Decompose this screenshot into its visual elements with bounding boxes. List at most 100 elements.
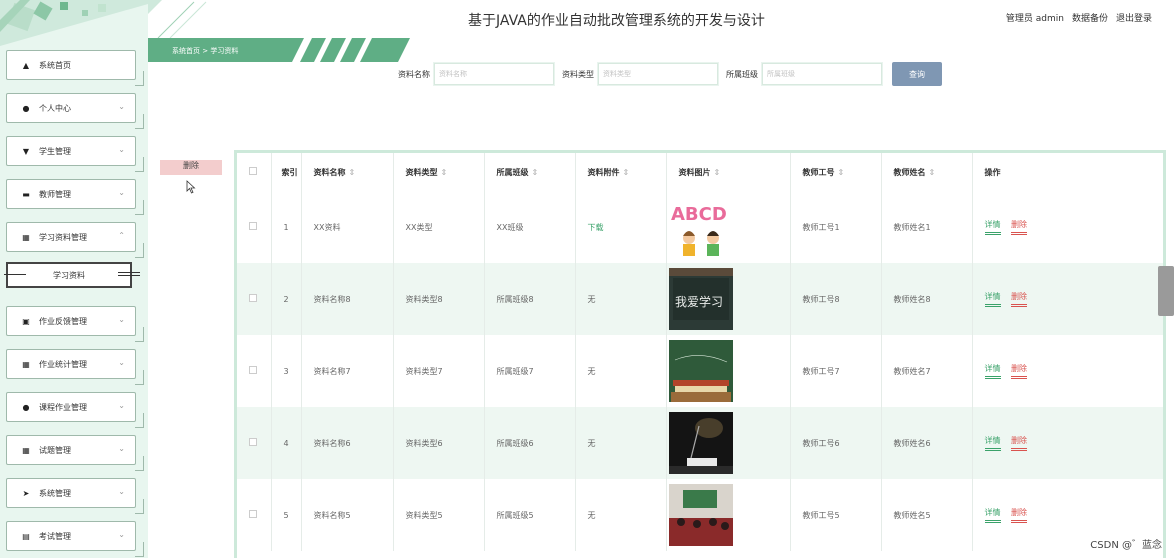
- delete-button[interactable]: 删除: [1011, 219, 1028, 235]
- delete-button[interactable]: 删除: [1011, 363, 1028, 379]
- col-class[interactable]: 所属班级 ⇕: [484, 153, 576, 191]
- row-checkbox[interactable]: [249, 294, 257, 302]
- query-button[interactable]: 查询: [892, 62, 942, 86]
- cell-name: 资料名称8: [301, 263, 394, 335]
- table-row: 1 XX资料 XX类型 XX班级 下载 ABCD 教师工号1 教师姓名1 详情 …: [237, 191, 1163, 263]
- student-icon: ▼: [22, 146, 30, 156]
- admin-user-link[interactable]: 管理员 admin: [1006, 11, 1064, 24]
- user-icon: ●: [22, 103, 30, 113]
- row-checkbox[interactable]: [249, 366, 257, 374]
- chevron-down-icon: ⌄: [118, 102, 125, 111]
- search-input-type[interactable]: [597, 62, 719, 86]
- detail-button[interactable]: 详情: [984, 219, 1001, 235]
- data-backup-link[interactable]: 数据备份: [1072, 11, 1108, 24]
- scrollbar-thumb[interactable]: [1158, 266, 1174, 316]
- col-image[interactable]: 资料图片 ⇕: [666, 153, 791, 191]
- sidebar-item-homework-feedback[interactable]: ▣ 作业反馈管理 ⌄: [6, 306, 144, 342]
- sort-icon[interactable]: ⇕: [838, 168, 845, 177]
- data-table: 索引 资料名称 ⇕ 资料类型 ⇕ 所属班级 ⇕ 资料附件 ⇕ 资料图片 ⇕ 教师工号 ⇕ 教…: [234, 150, 1166, 558]
- table-row: 2 资料名称8 资料类型8 所属班级8 无 我爱学习 教师工号8 教师姓名8 详…: [237, 263, 1163, 335]
- sort-icon[interactable]: ⇕: [532, 168, 539, 177]
- table-row: 4 资料名称6 资料类型6 所属班级6 无 教师工号6 教师姓名6 详情 删除: [237, 407, 1163, 479]
- sidebar-item-home[interactable]: ▲ 系统首页: [6, 50, 144, 86]
- row-checkbox[interactable]: [249, 438, 257, 446]
- sort-icon[interactable]: ⇕: [623, 168, 630, 177]
- delete-button[interactable]: 删除: [1011, 435, 1028, 451]
- detail-button[interactable]: 详情: [984, 507, 1001, 523]
- delete-button[interactable]: 删除: [1011, 507, 1028, 523]
- chevron-down-icon: ⌄: [118, 358, 125, 367]
- cell-class: 所属班级5: [484, 479, 576, 551]
- cell-class: XX班级: [484, 191, 576, 263]
- cell-class: 所属班级7: [484, 335, 576, 407]
- cell-name: 资料名称6: [301, 407, 394, 479]
- col-type[interactable]: 资料类型 ⇕: [393, 153, 485, 191]
- col-name[interactable]: 资料名称 ⇕: [301, 153, 394, 191]
- logo-pattern-icon: [0, 0, 148, 46]
- sort-icon[interactable]: ⇕: [349, 168, 356, 177]
- cell-image: ABCD: [666, 191, 791, 263]
- cell-teacher-name: 教师姓名1: [881, 191, 973, 263]
- delete-button[interactable]: 删除: [1011, 291, 1028, 307]
- breadcrumb: 系统首页 > 学习资料: [172, 47, 239, 55]
- search-input-class[interactable]: [761, 62, 883, 86]
- cell-teacher-name: 教师姓名7: [881, 335, 973, 407]
- cell-type: 资料类型8: [393, 263, 485, 335]
- sidebar-item-label: 作业统计管理: [39, 359, 87, 369]
- grid-icon: ▦: [22, 445, 30, 455]
- sidebar-item-label: 系统首页: [39, 60, 71, 70]
- svg-text:我爱学习: 我爱学习: [675, 294, 723, 309]
- detail-button[interactable]: 详情: [984, 435, 1001, 451]
- abcd-kids-image: ABCD: [668, 196, 733, 258]
- sidebar-item-questions[interactable]: ▦ 试题管理 ⌄: [6, 435, 144, 471]
- sort-icon[interactable]: ⇕: [441, 168, 448, 177]
- cell-image: [666, 479, 791, 551]
- cell-teacher-name: 教师姓名5: [881, 479, 973, 551]
- cell-attachment: 下载: [575, 191, 667, 263]
- sidebar-item-label: 个人中心: [39, 103, 71, 113]
- sidebar-item-system[interactable]: ➤ 系统管理 ⌄: [6, 478, 144, 514]
- detail-button[interactable]: 详情: [984, 363, 1001, 379]
- sidebar-item-personal-center[interactable]: ● 个人中心 ⌄: [6, 93, 144, 129]
- cell-image: [666, 335, 791, 407]
- row-checkbox[interactable]: [249, 510, 257, 518]
- sidebar-subitem-study-material[interactable]: 学习资料: [4, 262, 140, 288]
- chevron-down-icon: ⌄: [118, 444, 125, 453]
- cell-index: 5: [271, 479, 302, 551]
- sidebar-item-student[interactable]: ▼ 学生管理 ⌄: [6, 136, 144, 172]
- cell-attachment: 无: [575, 335, 667, 407]
- search-input-name[interactable]: [433, 62, 555, 86]
- col-teacher-no[interactable]: 教师工号 ⇕: [790, 153, 882, 191]
- logout-link[interactable]: 退出登录: [1116, 11, 1152, 24]
- cell-teacher-no: 教师工号5: [790, 479, 882, 551]
- col-teacher-name[interactable]: 教师姓名 ⇕: [881, 153, 973, 191]
- cell-name: XX资料: [301, 191, 394, 263]
- sort-icon[interactable]: ⇕: [714, 168, 721, 177]
- sidebar-item-homework-stats[interactable]: ▦ 作业统计管理 ⌄: [6, 349, 144, 385]
- chevron-down-icon: ⌄: [118, 487, 125, 496]
- detail-button[interactable]: 详情: [984, 291, 1001, 307]
- cell-class: 所属班级8: [484, 263, 576, 335]
- sidebar-item-label: 试题管理: [39, 445, 71, 455]
- sidebar-item-course-homework[interactable]: ● 课程作业管理 ⌄: [6, 392, 144, 428]
- select-all-checkbox[interactable]: [249, 167, 257, 175]
- grid-icon: ▦: [22, 232, 30, 242]
- sidebar-item-study-material[interactable]: ▦ 学习资料管理 ⌃: [6, 222, 144, 258]
- sidebar-item-exam[interactable]: ▤ 考试管理 ⌄: [6, 521, 144, 557]
- sidebar-item-label: 学习资料管理: [39, 232, 87, 242]
- teacher-icon: ▬: [22, 189, 30, 199]
- sidebar-item-teacher[interactable]: ▬ 教师管理 ⌄: [6, 179, 144, 215]
- sort-icon[interactable]: ⇕: [929, 168, 936, 177]
- sidebar-item-label: 作业反馈管理: [39, 316, 87, 326]
- row-checkbox[interactable]: [249, 222, 257, 230]
- col-attachment[interactable]: 资料附件 ⇕: [575, 153, 667, 191]
- bar-chart-icon: ▤: [22, 531, 30, 541]
- search-label-class: 所属班级: [726, 69, 758, 79]
- watermark: CSDN @゛蓝念: [1090, 540, 1162, 551]
- desk-lamp-image: [668, 412, 733, 474]
- download-link[interactable]: 下载: [588, 223, 604, 232]
- table-header-row: 索引 资料名称 ⇕ 资料类型 ⇕ 所属班级 ⇕ 资料附件 ⇕ 资料图片 ⇕ 教师工号 ⇕ 教…: [237, 153, 1163, 191]
- search-label-type: 资料类型: [562, 69, 594, 79]
- bulk-delete-button[interactable]: 删除: [160, 160, 222, 175]
- send-icon: ➤: [22, 488, 30, 498]
